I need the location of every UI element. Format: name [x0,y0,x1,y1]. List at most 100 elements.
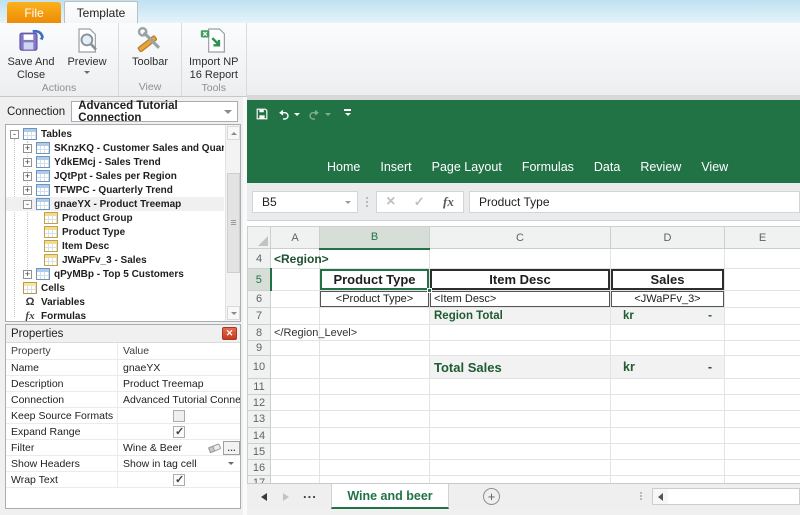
add-sheet-icon[interactable] [483,488,500,505]
cell[interactable] [319,443,430,460]
tab-view[interactable]: View [691,160,738,174]
tree-item-cells[interactable]: Cells [6,281,224,295]
fill-handle[interactable] [427,288,432,293]
cell[interactable] [429,410,611,428]
row-header-4[interactable]: 4 [247,248,271,269]
tree-item-product-type[interactable]: Product Type [6,225,224,239]
property-row-show-headers[interactable]: Show Headers Show in tag cell [6,456,240,472]
cell[interactable] [319,410,430,428]
expand-icon[interactable] [23,269,32,279]
tree-item-jqtppt[interactable]: JQtPpt - Sales per Region [6,169,224,183]
row-header-15[interactable]: 15 [247,443,271,460]
cell[interactable] [724,340,800,356]
formula-bar[interactable]: Product Type [469,191,800,213]
cell[interactable] [610,475,725,483]
row-header-14[interactable]: 14 [247,427,271,444]
checkbox-checked[interactable] [173,425,185,438]
cell[interactable] [610,394,725,411]
column-header-d[interactable]: D [610,226,725,249]
checkbox-checked[interactable] [173,473,185,486]
cell[interactable] [319,427,430,444]
property-row-keep-source-formats[interactable]: Keep Source Formats [6,408,240,424]
scrollbar-thumb[interactable] [227,173,240,273]
cell[interactable] [724,475,800,483]
tree-item-product-group[interactable]: Product Group [6,211,224,225]
cell[interactable] [270,459,320,476]
expand-icon[interactable] [23,185,32,195]
cell-a8-region-end-tag[interactable]: </Region_Level> [270,324,357,341]
cell[interactable] [429,394,611,411]
sheet-nav-left-icon[interactable] [261,493,267,501]
cell[interactable] [270,268,320,291]
save-button[interactable] [255,107,269,121]
cell-d10-amount[interactable]: kr - [610,355,725,379]
cell-b5-selected[interactable]: Product Type [319,268,432,293]
collapse-icon[interactable] [10,129,19,139]
toolbar-button[interactable]: Toolbar [122,23,178,69]
cell[interactable] [319,307,430,325]
tab-template[interactable]: Template [64,1,138,23]
tab-insert[interactable]: Insert [370,160,421,174]
cell[interactable] [724,307,800,325]
sheet-tab-wine-and-beer[interactable]: Wine and beer [331,484,449,509]
row-header-17[interactable]: 17 [247,475,271,483]
cell[interactable] [724,410,800,428]
undo-button[interactable] [276,107,300,121]
tree-item-sknzkq[interactable]: SKnzKQ - Customer Sales and Quantity [6,141,224,155]
undo-dropdown-icon[interactable] [294,112,300,119]
cell[interactable] [319,355,430,379]
expand-icon[interactable] [23,171,32,181]
sheet-overflow-button[interactable]: ... [303,486,317,501]
property-row-expand-range[interactable]: Expand Range [6,424,240,440]
tree-item-item-desc[interactable]: Item Desc [6,239,224,253]
cell[interactable] [724,355,800,379]
checkbox-unchecked[interactable] [173,409,185,422]
column-header-a[interactable]: A [270,226,320,249]
cell[interactable] [319,459,430,476]
tab-home[interactable]: Home [317,160,370,174]
property-row-filter[interactable]: Filter Wine & Beer [6,440,240,456]
cell[interactable] [270,475,320,483]
cell[interactable] [724,290,800,308]
expand-icon[interactable] [23,143,32,153]
tab-formulas[interactable]: Formulas [512,160,584,174]
tab-file[interactable]: File [7,2,61,23]
cell-a4-region-tag[interactable]: <Region> [270,248,329,269]
tree-scrollbar[interactable] [225,125,240,321]
dropdown-arrow-icon[interactable] [224,457,238,471]
redo-dropdown-icon[interactable] [325,112,331,119]
cell[interactable] [610,459,725,476]
cell[interactable] [724,324,800,341]
property-row-wrap-text[interactable]: Wrap Text [6,472,240,488]
cell[interactable] [270,355,320,379]
cancel-icon[interactable] [386,193,395,211]
cell-d6-tag[interactable]: <JWaPFv_3> [610,290,725,308]
tree-item-jwapfv3[interactable]: JWaPFv_3 - Sales [6,253,224,267]
connection-select[interactable]: Advanced Tutorial Connection [71,100,238,124]
row-header-12[interactable]: 12 [247,394,271,411]
redo-button[interactable] [307,107,331,121]
row-header-5[interactable]: 5 [247,268,272,291]
tree-item-formulas[interactable]: Formulas [6,309,224,322]
cell[interactable] [319,475,430,483]
row-header-10[interactable]: 10 [247,355,271,379]
cell[interactable] [724,394,800,411]
import-np16-report-button[interactable]: Import NP 16 Report [185,23,243,82]
cell[interactable] [270,394,320,411]
scroll-down-icon[interactable] [227,306,240,320]
column-header-b[interactable]: B [319,226,430,250]
cell[interactable] [429,475,611,483]
property-value[interactable]: Advanced Tutorial Connecti [118,392,240,407]
cell[interactable] [319,248,430,269]
name-box-dropdown-icon[interactable] [345,201,351,207]
cell-d5-header[interactable]: Sales [610,268,725,291]
cell[interactable] [270,340,320,356]
customize-qat-icon[interactable] [344,109,351,119]
cell[interactable] [429,340,611,356]
property-value[interactable]: gnaeYX [118,360,240,375]
hscroll-left-icon[interactable] [652,488,669,505]
cell-d7-amount[interactable]: kr - [610,307,725,325]
select-all-corner[interactable] [247,226,271,249]
cell[interactable] [724,443,800,460]
cell[interactable] [610,443,725,460]
